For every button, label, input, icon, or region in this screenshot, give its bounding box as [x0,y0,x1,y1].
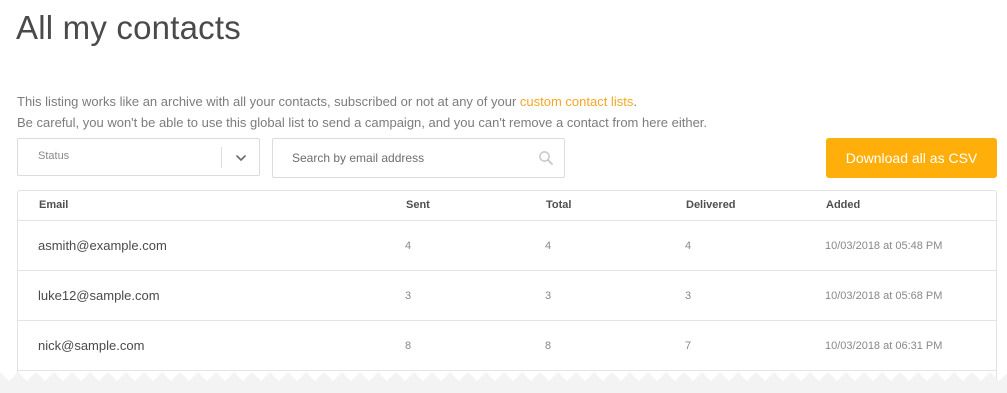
column-header-email[interactable]: Email [39,199,68,211]
search-icon[interactable] [538,150,554,166]
select-divider [221,147,222,168]
search-field[interactable] [272,138,565,178]
contact-email: luke12@sample.com [38,288,160,303]
torn-edge-divider [0,372,1007,393]
contacts-table: Email Sent Total Delivered Added asmith@… [17,190,997,393]
added-date: 10/03/2018 at 06:31 PM [825,340,943,352]
description-text: This listing works like an archive with … [17,94,520,109]
sent-count: 3 [405,290,412,302]
table-header: Email Sent Total Delivered Added [18,191,996,221]
sent-count: 8 [405,340,412,352]
column-header-delivered[interactable]: Delivered [686,199,736,211]
delivered-count: 3 [685,290,692,302]
description-line-1: This listing works like an archive with … [17,91,707,112]
delivered-count: 4 [685,240,692,252]
total-count: 8 [545,340,552,352]
status-filter-select[interactable]: Status [17,138,260,176]
status-select-value: Status [38,150,70,162]
contact-email: asmith@example.com [38,238,167,253]
table-row[interactable]: luke12@sample.com 3 3 3 10/03/2018 at 05… [18,271,996,321]
added-date: 10/03/2018 at 05:68 PM [825,290,943,302]
column-header-total[interactable]: Total [546,199,571,211]
column-header-added[interactable]: Added [826,199,860,211]
added-date: 10/03/2018 at 05:48 PM [825,240,943,252]
total-count: 4 [545,240,552,252]
sent-count: 4 [405,240,412,252]
page-description: This listing works like an archive with … [17,91,707,133]
download-csv-button[interactable]: Download all as CSV [826,138,997,178]
chevron-down-icon[interactable] [234,151,248,165]
contact-email: nick@sample.com [38,338,145,353]
description-period: . [633,94,637,109]
table-row[interactable]: nick@sample.com 8 8 7 10/03/2018 at 06:3… [18,321,996,371]
delivered-count: 7 [685,340,692,352]
total-count: 3 [545,290,552,302]
table-row[interactable]: asmith@example.com 4 4 4 10/03/2018 at 0… [18,221,996,271]
search-input[interactable] [292,149,522,167]
description-line-2: Be careful, you won't be able to use thi… [17,115,708,130]
contacts-page: All my contacts This listing works like … [0,0,1007,393]
custom-contact-lists-link[interactable]: custom contact lists [520,94,633,109]
page-title: All my contacts [16,9,241,46]
column-header-sent[interactable]: Sent [406,199,430,211]
